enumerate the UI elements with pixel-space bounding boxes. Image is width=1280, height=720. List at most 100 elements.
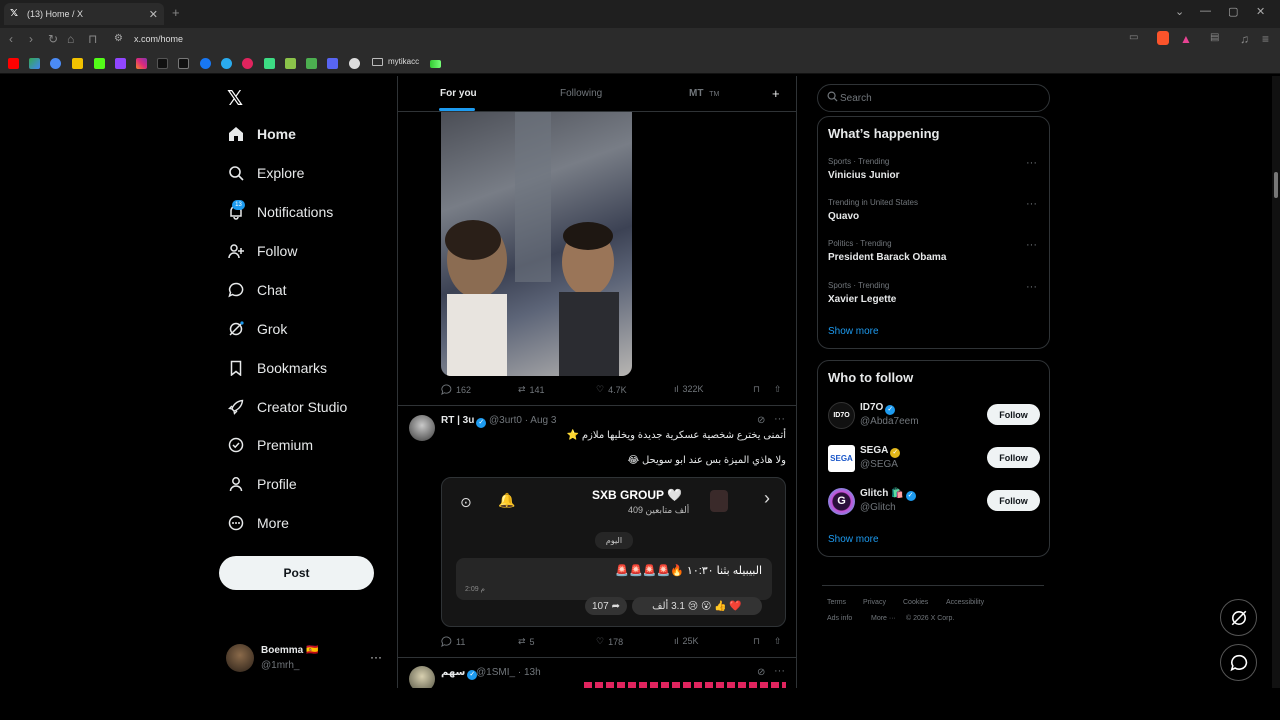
tweet-avatar[interactable] — [409, 415, 435, 441]
share-icon[interactable]: ⇧ — [774, 636, 782, 647]
follow-suggestion-name[interactable]: ID7O ✓ — [860, 402, 896, 415]
footer-more-link[interactable]: More ··· — [871, 615, 896, 622]
trend-item[interactable]: President Barack Obama — [828, 252, 946, 263]
instagram-icon[interactable] — [136, 58, 147, 69]
browser-tab[interactable]: 𝕏 (13) Home / X ✕ — [4, 3, 164, 25]
brave-rewards-icon[interactable]: ▲ — [1180, 32, 1192, 46]
twitch-icon[interactable] — [115, 58, 126, 69]
google-play-icon[interactable] — [29, 58, 40, 69]
android-icon[interactable] — [264, 58, 275, 69]
avatar[interactable] — [226, 644, 254, 672]
grok-explain-icon[interactable]: ⊘ — [757, 415, 765, 426]
tweet-author[interactable]: سهم ✓ — [441, 667, 478, 680]
trend-more-icon[interactable]: ··· — [1026, 239, 1037, 251]
scrollbar-thumb[interactable] — [1274, 172, 1278, 198]
nav-profile[interactable]: Profile — [227, 472, 297, 496]
new-tab-icon[interactable]: + — [172, 5, 180, 20]
gemini-icon[interactable] — [50, 58, 61, 69]
search-input[interactable] — [840, 91, 1040, 105]
trend-more-icon[interactable]: ··· — [1026, 198, 1037, 210]
page-scrollbar[interactable] — [1272, 76, 1280, 688]
follow-suggestion-name[interactable]: SEGA ✓ — [860, 445, 901, 458]
tweet-author[interactable]: RT | 3u ✓ — [441, 415, 487, 428]
media-icon[interactable]: ♫ — [1240, 32, 1249, 46]
tab-close-icon[interactable]: ✕ — [149, 8, 158, 21]
nav-bookmarks[interactable]: Bookmarks — [227, 356, 327, 380]
show-more-link[interactable]: Show more — [828, 534, 879, 545]
like-button[interactable]: ♡ 178 — [596, 636, 623, 647]
tweet-image[interactable]: ⊙ 🔔 SXB GROUP 🤍 409 ألف متابعين › اليوم … — [441, 477, 786, 627]
app-icon[interactable] — [242, 58, 253, 69]
grok-fab[interactable] — [1220, 599, 1257, 636]
footer-link[interactable]: Privacy — [863, 599, 886, 606]
close-window-icon[interactable]: ✕ — [1256, 5, 1265, 18]
tweet-more-icon[interactable]: ··· — [774, 665, 785, 677]
bookmark-page-icon[interactable]: ⊓ — [88, 32, 97, 46]
x-bookmark-icon[interactable] — [178, 58, 189, 69]
tab-for-you[interactable]: For you — [440, 88, 477, 99]
tweet-more-icon[interactable]: ··· — [774, 413, 785, 425]
nav-creator-studio[interactable]: Creator Studio — [227, 395, 347, 419]
footer-link[interactable]: Accessibility — [946, 599, 984, 606]
globe-icon[interactable] — [349, 58, 360, 69]
mango-icon[interactable] — [72, 58, 83, 69]
minimize-icon[interactable]: — — [1200, 5, 1211, 17]
views-button[interactable]: ıl 322K — [674, 384, 704, 394]
nav-premium[interactable]: Premium — [227, 433, 313, 457]
forward-icon[interactable]: › — [29, 32, 33, 46]
footer-link[interactable]: Cookies — [903, 599, 928, 606]
bookmark-folder[interactable]: mytikacc — [372, 57, 419, 66]
telegram-icon[interactable] — [221, 58, 232, 69]
tiktok-icon[interactable] — [157, 58, 168, 69]
messages-fab[interactable] — [1220, 644, 1257, 681]
repost-button[interactable]: ⇄ 5 — [518, 636, 535, 647]
discord-icon[interactable] — [327, 58, 338, 69]
follow-button[interactable]: Follow — [987, 490, 1040, 511]
cast-icon[interactable]: ▭ — [1129, 32, 1138, 43]
bookmark-tweet-icon[interactable]: ⊓ — [753, 384, 760, 395]
follow-button[interactable]: Follow — [987, 447, 1040, 468]
nav-explore[interactable]: Explore — [227, 161, 304, 185]
tweet-avatar[interactable] — [409, 666, 435, 688]
tab-search-icon[interactable]: ⌄ — [1175, 5, 1184, 18]
add-tab-icon[interactable]: + — [772, 86, 780, 101]
youtube-icon[interactable] — [8, 58, 19, 69]
account-more-icon[interactable]: ··· — [370, 650, 382, 664]
nav-follow[interactable]: Follow — [227, 239, 297, 263]
x-logo[interactable]: 𝕏 — [227, 86, 243, 111]
tweet-time[interactable]: · Aug 3 — [525, 415, 557, 426]
follow-button[interactable]: Follow — [987, 404, 1040, 425]
kick-icon[interactable] — [94, 58, 105, 69]
avatar[interactable]: SEGA — [828, 445, 855, 472]
footer-link[interactable]: Terms — [827, 599, 846, 606]
show-more-link[interactable]: Show more — [828, 326, 879, 337]
grok-explain-icon[interactable]: ⊘ — [757, 667, 765, 678]
nav-grok[interactable]: Grok — [227, 317, 287, 341]
repost-button[interactable]: ⇄ 141 — [518, 384, 545, 395]
views-button[interactable]: ıl 25K — [674, 636, 699, 646]
avatar[interactable]: ID7O — [828, 402, 855, 429]
reply-button[interactable]: 162 — [441, 384, 471, 395]
share-icon[interactable]: ⇧ — [774, 384, 782, 395]
back-icon[interactable]: ‹ — [9, 32, 13, 46]
trend-more-icon[interactable]: ··· — [1026, 281, 1037, 293]
signal-icon[interactable] — [430, 60, 441, 68]
account-name[interactable]: Boemma 🇪🇸 — [261, 645, 318, 656]
reply-button[interactable]: 11 — [441, 636, 465, 647]
sidebar-toggle-icon[interactable]: ▤ — [1210, 32, 1219, 43]
menu-icon[interactable]: ≡ — [1262, 32, 1269, 46]
nav-home[interactable]: Home — [227, 122, 296, 146]
reload-icon[interactable]: ↻ — [48, 32, 58, 46]
tweet-video[interactable] — [441, 112, 632, 376]
search-box[interactable] — [817, 84, 1050, 112]
trend-item[interactable]: Xavier Legette — [828, 294, 896, 305]
home-browser-icon[interactable]: ⌂ — [67, 32, 74, 46]
follow-suggestion-name[interactable]: Glitch 🛍️ ✓ — [860, 488, 916, 501]
post-button[interactable]: Post — [219, 556, 374, 590]
site-info-icon[interactable]: ⚙ — [114, 33, 123, 44]
tweet-time[interactable]: · 13h — [518, 667, 541, 678]
trend-item[interactable]: Quavo — [828, 211, 859, 222]
arrow-up-icon[interactable] — [306, 58, 317, 69]
trend-more-icon[interactable]: ··· — [1026, 157, 1037, 169]
url-field[interactable]: x.com/home — [134, 34, 183, 44]
